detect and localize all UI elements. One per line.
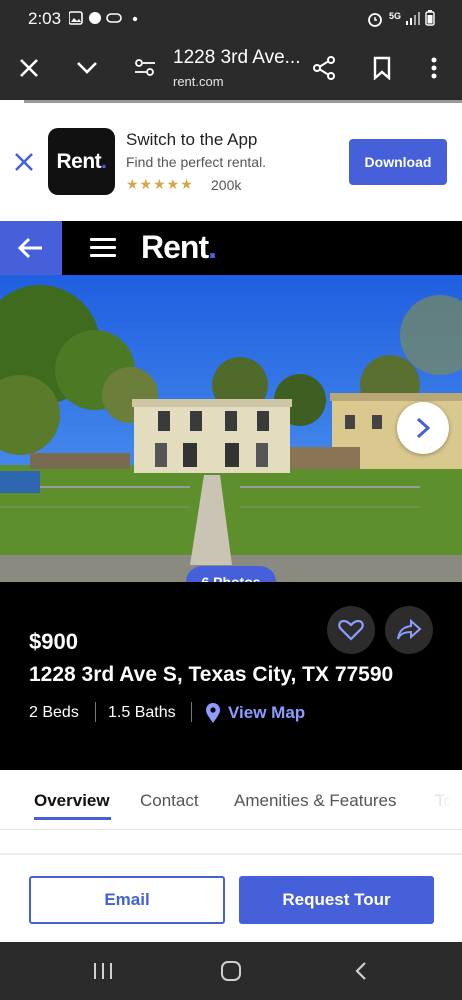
view-map-link[interactable]: View Map (228, 703, 305, 723)
tab-contact[interactable]: Contact (140, 791, 199, 811)
close-icon (20, 59, 38, 77)
listing-address: 1228 3rd Ave S, Texas City, TX 77590 (29, 663, 394, 686)
home-icon[interactable] (220, 960, 242, 982)
favorite-button[interactable] (327, 606, 375, 654)
tune-icon (135, 59, 155, 76)
rating-count: 200k (211, 177, 242, 193)
hamburger-menu-button[interactable] (90, 235, 116, 261)
beds-count: 2 Beds (29, 704, 79, 721)
listing-price: $900 (29, 629, 78, 654)
chevron-down-icon (77, 62, 97, 74)
banner-title: Switch to the App (126, 130, 258, 149)
request-tour-button[interactable]: Request Tour (239, 876, 434, 924)
share-arrow-icon (397, 619, 422, 640)
notification-icons (69, 11, 138, 25)
bookmark-icon (373, 56, 391, 80)
back-button[interactable] (0, 221, 62, 275)
back-nav-icon[interactable] (354, 961, 368, 981)
signal-icon (406, 12, 420, 25)
share-button[interactable] (308, 52, 340, 84)
listing-summary: $900 1228 3rd Ave S, Texas City, TX 7759… (0, 582, 462, 770)
chevron-right-icon (416, 417, 431, 439)
active-tab-indicator (34, 817, 111, 820)
network-label: 5G (389, 11, 402, 21)
meta-divider (95, 702, 96, 722)
bookmark-button[interactable] (366, 52, 398, 84)
more-vertical-icon (431, 57, 437, 79)
alarm-icon (368, 13, 382, 27)
battery-icon (425, 10, 435, 26)
download-button[interactable]: Download (349, 139, 447, 185)
app-logo: Rent. (48, 128, 115, 195)
meta-divider (191, 702, 192, 722)
next-photo-button[interactable] (397, 402, 449, 454)
heart-icon (338, 619, 364, 641)
tab-overview[interactable]: Overview (34, 791, 110, 811)
app-logo-text: Rent (56, 149, 102, 173)
share-icon (313, 56, 335, 80)
baths-count: 1.5 Baths (108, 704, 176, 721)
site-logo[interactable]: Rent. (141, 229, 217, 266)
property-photo[interactable] (0, 275, 462, 582)
page-title[interactable]: 1228 3rd Ave... (173, 47, 300, 69)
site-logo-dot-icon: . (208, 229, 217, 265)
house-photo-image (0, 275, 462, 582)
more-options-button[interactable] (418, 52, 450, 84)
contact-action-bar: Email Request Tour (0, 858, 462, 942)
site-header: Rent. (0, 221, 462, 275)
banner-subtitle: Find the perfect rental. (126, 154, 267, 170)
status-bar: 2:03 5G (0, 0, 462, 36)
tabs-fade-overlay (420, 770, 462, 828)
arrow-left-icon (18, 237, 42, 259)
close-banner-icon[interactable] (13, 151, 35, 173)
status-time: 2:03 (28, 9, 62, 28)
app-install-banner: Rent. Switch to the App Find the perfect… (0, 103, 462, 221)
listing-tabs: Overview Contact Amenities & Features To (0, 770, 462, 830)
map-pin-icon[interactable] (205, 702, 221, 724)
browser-toolbar: 1228 3rd Ave... rent.com (0, 36, 462, 100)
tab-amenities[interactable]: Amenities & Features (234, 791, 397, 811)
logo-dot-icon: . (101, 149, 107, 173)
rating-stars-icon: ★★★★★ (126, 176, 194, 192)
system-navigation-bar (0, 942, 462, 1000)
close-tab-button[interactable] (13, 52, 45, 84)
site-logo-text: Rent (141, 229, 209, 265)
email-button[interactable]: Email (29, 876, 225, 924)
share-listing-button[interactable] (385, 606, 433, 654)
minimize-button[interactable] (71, 52, 103, 84)
recent-apps-icon[interactable] (92, 962, 114, 980)
section-divider (0, 853, 462, 855)
page-settings-button[interactable] (129, 52, 161, 84)
page-domain[interactable]: rent.com (173, 74, 224, 89)
